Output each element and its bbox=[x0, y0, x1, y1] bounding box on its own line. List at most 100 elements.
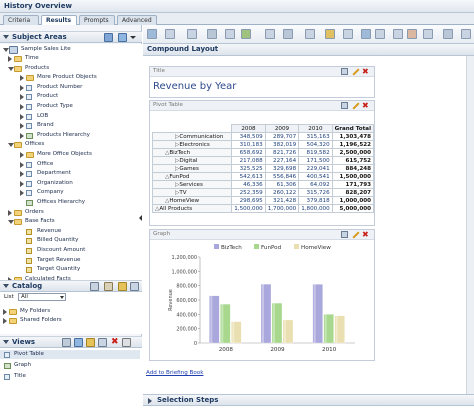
tree-item[interactable]: Offices bbox=[0, 140, 140, 149]
tree-item[interactable]: Product bbox=[0, 92, 140, 101]
catalog-list-select[interactable]: All bbox=[18, 293, 66, 301]
open-icon[interactable] bbox=[130, 282, 139, 291]
expand-icon[interactable] bbox=[8, 56, 12, 62]
expand-icon[interactable] bbox=[20, 190, 24, 197]
pivot-column-header[interactable]: 2008 bbox=[231, 124, 266, 133]
title-view[interactable]: Title ✖ Revenue by Year bbox=[149, 66, 375, 98]
more-icon[interactable] bbox=[461, 29, 471, 39]
tree-item[interactable]: Company bbox=[0, 188, 140, 197]
tree-item[interactable]: LOB bbox=[0, 112, 140, 121]
remove-view-icon[interactable]: ✖ bbox=[362, 231, 369, 239]
columns-icon[interactable] bbox=[361, 29, 371, 39]
pivot-row-label[interactable]: ▷Electronics bbox=[151, 140, 233, 149]
pivot-row-label[interactable]: ▷Communication bbox=[151, 132, 233, 141]
view-item-graph[interactable]: Graph bbox=[0, 361, 140, 370]
expand-icon[interactable] bbox=[8, 209, 12, 216]
pane-splitter-icon[interactable] bbox=[139, 215, 142, 221]
pivot-row-label[interactable]: ▷Services bbox=[151, 180, 233, 189]
collapse-icon[interactable] bbox=[3, 35, 9, 39]
expand-icon[interactable] bbox=[3, 309, 7, 315]
add-subject-area-icon[interactable] bbox=[104, 33, 113, 42]
expand-icon[interactable] bbox=[20, 152, 24, 158]
format-container-icon[interactable] bbox=[341, 231, 348, 238]
sort-icon[interactable] bbox=[305, 29, 315, 39]
tree-item[interactable]: Target Revenue bbox=[0, 256, 140, 265]
pencil-icon[interactable] bbox=[352, 102, 360, 110]
pivot-row-label[interactable]: ▷Games bbox=[151, 164, 233, 173]
export-icon[interactable] bbox=[165, 29, 175, 39]
print-preview-icon[interactable] bbox=[207, 29, 217, 39]
tree-item[interactable]: Product Type bbox=[0, 102, 140, 111]
excel-icon[interactable] bbox=[241, 29, 251, 39]
view-item-pivot-table[interactable]: Pivot Table bbox=[0, 350, 140, 359]
pivot-row-label[interactable]: △HomeView bbox=[151, 196, 233, 205]
tree-item[interactable]: Revenue bbox=[0, 227, 140, 236]
undo-icon[interactable] bbox=[443, 29, 453, 39]
format-container-icon[interactable] bbox=[341, 102, 348, 109]
vertical-scrollbar[interactable] bbox=[466, 56, 474, 394]
chevron-down-icon[interactable] bbox=[130, 33, 136, 42]
pivot-row-label[interactable]: △BizTech bbox=[151, 148, 233, 157]
tree-root[interactable]: Sample Sales Lite bbox=[0, 45, 140, 54]
catalog-item[interactable]: Shared Folders bbox=[0, 316, 140, 325]
edit-view-icon[interactable] bbox=[375, 29, 385, 39]
expand-icon[interactable] bbox=[20, 161, 24, 168]
pivot-column-header[interactable]: Grand Total bbox=[331, 124, 375, 133]
chevron-down-icon[interactable] bbox=[60, 296, 64, 299]
tree-item[interactable]: Organization bbox=[0, 179, 140, 188]
catalog-header[interactable]: Catalog bbox=[0, 280, 142, 292]
selection-steps-bar[interactable]: Selection Steps bbox=[143, 394, 474, 406]
expand-icon[interactable] bbox=[20, 94, 24, 101]
save-icon[interactable] bbox=[225, 29, 235, 39]
expand-icon[interactable] bbox=[20, 132, 24, 139]
pencil-icon[interactable] bbox=[86, 338, 95, 347]
tab-prompts[interactable]: Prompts bbox=[79, 15, 115, 25]
copy-icon[interactable] bbox=[98, 338, 107, 347]
expand-icon[interactable] bbox=[20, 84, 24, 91]
tree-item[interactable]: Discount Amount bbox=[0, 246, 140, 255]
catalog-item[interactable]: My Folders bbox=[0, 307, 140, 316]
tree-item[interactable]: Brand bbox=[0, 121, 140, 130]
tree-item[interactable]: Product Number bbox=[0, 83, 140, 92]
pencil-icon[interactable] bbox=[352, 231, 360, 239]
new-view-icon[interactable] bbox=[343, 29, 353, 39]
graph-view[interactable]: Graph ✖ BizTech FunPod HomeView 0 200,000 400… bbox=[149, 229, 375, 361]
tab-advanced[interactable]: Advanced bbox=[117, 15, 157, 25]
pivot-row-label[interactable]: △FunPod bbox=[151, 172, 233, 181]
pencil-icon[interactable] bbox=[118, 282, 127, 291]
edit-icon[interactable] bbox=[104, 282, 113, 291]
new-view-icon[interactable] bbox=[74, 338, 83, 347]
expand-icon[interactable] bbox=[20, 171, 24, 178]
delete-icon[interactable]: ✖ bbox=[110, 338, 119, 347]
rename-icon[interactable] bbox=[122, 338, 131, 347]
remove-view-icon[interactable]: ✖ bbox=[362, 102, 369, 110]
print-icon[interactable] bbox=[147, 29, 157, 39]
tree-item[interactable]: Products bbox=[0, 64, 140, 73]
tab-criteria[interactable]: Criteria bbox=[3, 15, 39, 25]
add-to-briefing-book-link[interactable]: Add to Briefing Book bbox=[146, 370, 203, 376]
tree-item[interactable]: Orders bbox=[0, 208, 140, 217]
view-properties-icon[interactable] bbox=[62, 338, 71, 347]
tree-item[interactable]: Products Hierarchy bbox=[0, 131, 140, 140]
subject-areas-header[interactable]: Subject Areas bbox=[0, 31, 142, 43]
pivot-column-header[interactable]: 2010 bbox=[298, 124, 333, 133]
pivot-column-header[interactable]: 2009 bbox=[264, 124, 300, 133]
expand-icon[interactable] bbox=[20, 104, 24, 110]
tree-item[interactable]: Time bbox=[0, 54, 140, 63]
remove-icon[interactable] bbox=[407, 29, 417, 39]
expand-icon[interactable] bbox=[20, 123, 24, 130]
tree-item[interactable]: Department bbox=[0, 169, 140, 178]
tree-item[interactable]: More Product Objects bbox=[0, 73, 140, 82]
view-item-title[interactable]: Title bbox=[0, 372, 140, 381]
format-container-icon[interactable] bbox=[341, 68, 348, 75]
tree-item[interactable]: Target Quantity bbox=[0, 265, 140, 274]
expand-icon[interactable] bbox=[148, 398, 152, 404]
tree-item[interactable]: More Office Objects bbox=[0, 150, 140, 159]
highlight-icon[interactable] bbox=[325, 29, 335, 39]
refresh-icon[interactable] bbox=[187, 29, 197, 39]
tree-item[interactable]: Office bbox=[0, 160, 140, 169]
pivot-row-label[interactable]: ▷TV bbox=[151, 188, 233, 197]
pivot-row-label[interactable]: ▷Digital bbox=[151, 156, 233, 165]
expand-icon[interactable] bbox=[3, 318, 7, 324]
collapse-icon[interactable] bbox=[3, 340, 9, 344]
